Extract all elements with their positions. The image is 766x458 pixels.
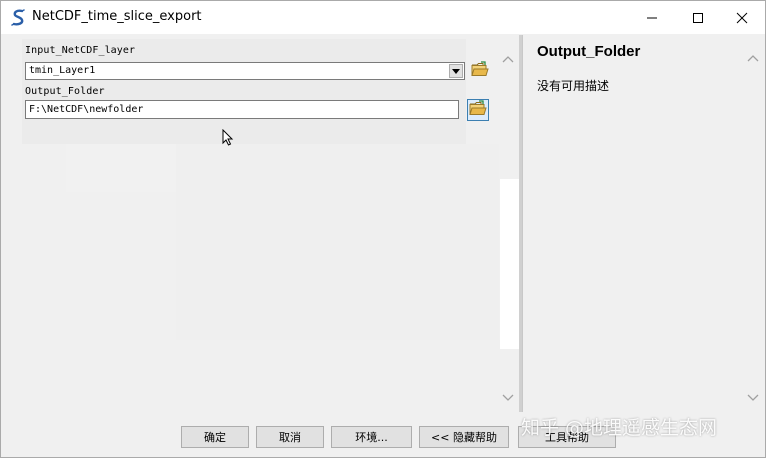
parameters-pane: Input_NetCDF_layer tmin_Layer1 Output_Fo… [8, 35, 565, 412]
window-title: NetCDF_time_slice_export [32, 9, 202, 24]
maximize-button[interactable] [675, 1, 721, 34]
open-folder-icon [471, 61, 489, 81]
input-netcdf-layer-dropdown[interactable]: tmin_Layer1 [25, 62, 465, 80]
params-scroll-down-icon[interactable] [502, 387, 514, 406]
watermark-text: 知乎 @地理遥感生态网 [521, 417, 718, 439]
open-folder-icon [469, 100, 487, 120]
environments-button[interactable]: 环境... [331, 426, 412, 448]
hide-help-button[interactable]: << 隐藏帮助 [419, 426, 509, 448]
python-script-icon [11, 9, 27, 27]
help-scroll-up-icon[interactable] [747, 47, 759, 66]
mouse-cursor-icon [222, 128, 234, 150]
tool-dialog-window: NetCDF_time_slice_export Input_NetCDF_la… [0, 0, 766, 458]
background-region [176, 144, 499, 340]
browse-input-layer-button[interactable] [469, 60, 491, 82]
ok-button[interactable]: 确定 [181, 426, 249, 448]
dropdown-arrow-icon[interactable] [449, 64, 463, 78]
cancel-button[interactable]: 取消 [256, 426, 324, 448]
help-description: 没有可用描述 [537, 79, 610, 93]
help-title: Output_Folder [537, 43, 641, 60]
help-scroll-down-icon[interactable] [747, 387, 759, 406]
minimize-button[interactable] [629, 1, 675, 34]
browse-output-folder-button[interactable] [467, 99, 489, 121]
output-folder-input[interactable]: F:\NetCDF\newfolder [25, 100, 459, 119]
output-folder-label: Output_Folder [25, 86, 105, 97]
title-bar[interactable]: NetCDF_time_slice_export [1, 1, 765, 34]
params-scroll-up-icon[interactable] [502, 48, 514, 67]
input-netcdf-layer-label: Input_NetCDF_layer [25, 45, 136, 56]
background-region [66, 144, 176, 192]
close-button[interactable] [719, 1, 765, 34]
output-folder-value: F:\NetCDF\newfolder [29, 104, 144, 115]
help-pane: Output_Folder 没有可用描述 [522, 35, 765, 412]
input-netcdf-layer-value: tmin_Layer1 [29, 65, 96, 76]
